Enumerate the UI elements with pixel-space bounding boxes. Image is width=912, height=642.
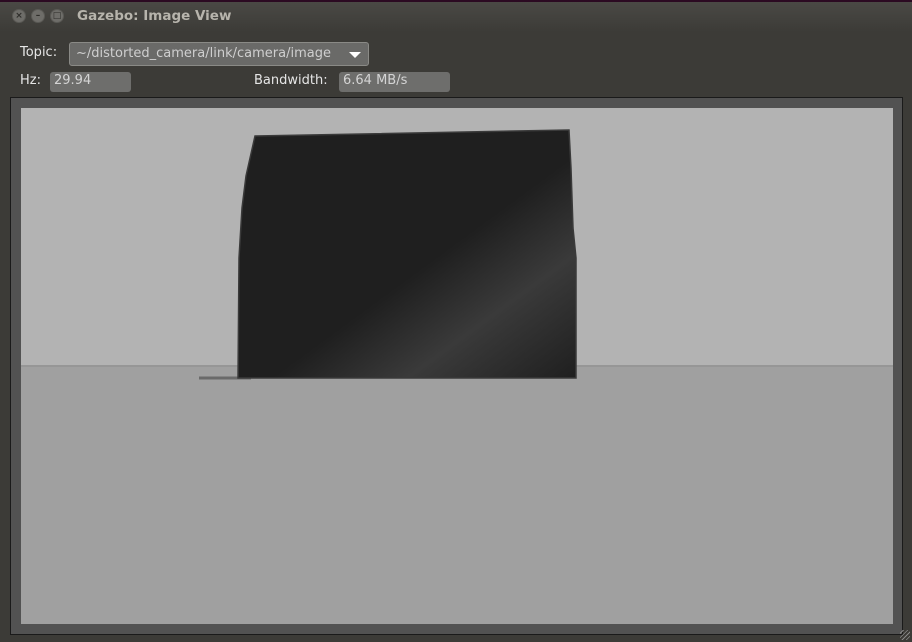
bandwidth-label: Bandwidth: (254, 73, 328, 88)
title-bar[interactable]: × – □ Gazebo: Image View (0, 2, 912, 32)
resize-grip-icon[interactable] (900, 630, 910, 640)
image-box-object (199, 129, 577, 380)
window-title: Gazebo: Image View (77, 8, 232, 24)
minimize-icon[interactable]: – (31, 9, 45, 23)
close-icon[interactable]: × (12, 9, 26, 23)
bandwidth-field: 6.64 MB/s (339, 72, 450, 92)
image-view-window: × – □ Gazebo: Image View Topic: ~/distor… (0, 0, 912, 642)
topic-value: ~/distorted_camera/link/camera/image (76, 46, 331, 61)
camera-image (21, 108, 893, 624)
hz-label: Hz: (20, 73, 41, 88)
topic-label: Topic: (20, 45, 58, 60)
topic-dropdown[interactable]: ~/distorted_camera/link/camera/image (69, 42, 369, 66)
hz-field: 29.94 (50, 72, 131, 92)
maximize-icon[interactable]: □ (50, 9, 64, 23)
chevron-down-icon (349, 52, 361, 58)
image-view-panel (10, 97, 903, 635)
